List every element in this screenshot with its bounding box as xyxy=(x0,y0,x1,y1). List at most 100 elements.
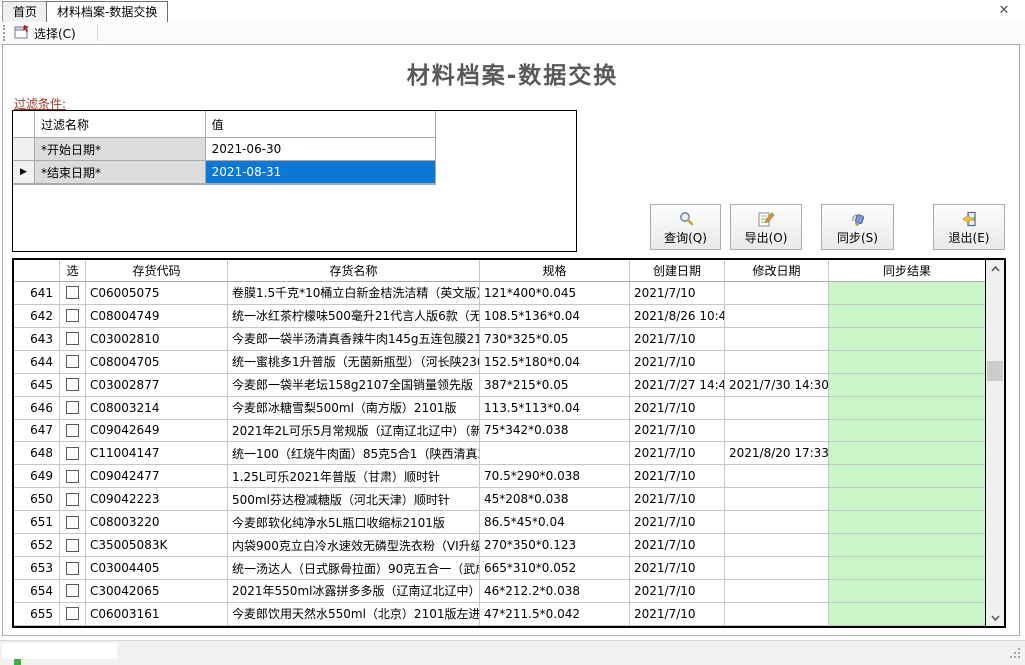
inventory-header-row: 选 存货代码 存货名称 规格 创建日期 修改日期 同步结果 xyxy=(14,260,985,282)
created-date-cell: 2021/7/10 xyxy=(630,465,725,488)
row-checkbox[interactable] xyxy=(66,332,79,345)
stock-name-cell: 统一100（红烧牛肉面）85克5合1（陕西清真2306... xyxy=(228,442,480,465)
toolbar-grip[interactable] xyxy=(3,25,8,41)
sync-result-cell xyxy=(829,580,985,603)
query-button[interactable]: 查询(Q) xyxy=(650,204,721,250)
stock-code-cell: C35005083K xyxy=(86,534,228,557)
row-checkbox-cell xyxy=(60,351,86,374)
row-number: 649 xyxy=(14,465,60,488)
row-checkbox[interactable] xyxy=(66,401,79,414)
modified-date-cell: 2021/8/20 17:33 xyxy=(725,442,829,465)
sync-result-cell xyxy=(829,557,985,580)
modified-date-cell xyxy=(725,580,829,603)
spec-cell: 270*350*0.123 xyxy=(480,534,630,557)
row-number: 643 xyxy=(14,328,60,351)
filter-name-header[interactable]: 过滤名称 xyxy=(35,111,206,138)
modified-date-cell xyxy=(725,328,829,351)
row-checkbox[interactable] xyxy=(66,516,79,529)
export-button[interactable]: 导出(O) xyxy=(730,204,802,250)
row-number: 648 xyxy=(14,442,60,465)
header-select[interactable]: 选 xyxy=(60,260,86,282)
exit-icon xyxy=(960,210,978,228)
created-date-cell: 2021/7/10 xyxy=(630,488,725,511)
row-checkbox[interactable] xyxy=(66,424,79,437)
row-checkbox[interactable] xyxy=(66,539,79,552)
table-row: 655C06003161今麦郎饮用天然水550ml（北京）2101版左进右出47… xyxy=(14,603,985,626)
exit-button[interactable]: 退出(E) xyxy=(933,204,1005,250)
spec-cell: 70.5*290*0.038 xyxy=(480,465,630,488)
stock-name-cell: 2021年550ml冰露拼多多版（辽南辽北辽中）顺时针 xyxy=(228,580,480,603)
filter-value-cell[interactable]: 2021-06-30 xyxy=(206,138,435,161)
stock-code-cell: C08004705 xyxy=(86,351,228,374)
row-checkbox[interactable] xyxy=(66,355,79,368)
toolbar-separator xyxy=(97,25,98,41)
scroll-down-icon[interactable] xyxy=(986,609,1004,626)
close-icon[interactable]: ✕ xyxy=(995,2,1013,20)
row-checkbox[interactable] xyxy=(66,309,79,322)
header-created-date[interactable]: 创建日期 xyxy=(630,260,725,282)
header-spec[interactable]: 规格 xyxy=(480,260,630,282)
row-checkbox[interactable] xyxy=(66,378,79,391)
row-checkbox[interactable] xyxy=(66,470,79,483)
filter-name-cell[interactable]: *结束日期* xyxy=(35,161,206,184)
spec-cell: 121*400*0.045 xyxy=(480,282,630,305)
tab-home[interactable]: 首页 xyxy=(2,1,48,22)
inventory-grid: 选 存货代码 存货名称 规格 创建日期 修改日期 同步结果 641C060050… xyxy=(14,260,985,626)
filter-name-cell[interactable]: *开始日期* xyxy=(35,138,206,161)
tab-material-data-exchange[interactable]: 材料档案-数据交换 xyxy=(46,1,168,22)
sync-result-cell xyxy=(829,511,985,534)
row-checkbox[interactable] xyxy=(66,493,79,506)
vertical-scrollbar[interactable] xyxy=(985,260,1004,626)
modified-date-cell xyxy=(725,282,829,305)
export-icon xyxy=(757,210,775,228)
query-button-label: 查询(Q) xyxy=(664,229,707,246)
scrollbar-thumb[interactable] xyxy=(987,361,1003,381)
filter-row-start-date: *开始日期* 2021-06-30 xyxy=(13,138,435,161)
stock-name-cell: 1.25L可乐2021年普版（甘肃）顺时针 xyxy=(228,465,480,488)
sync-result-cell xyxy=(829,603,985,626)
row-checkbox-cell xyxy=(60,465,86,488)
created-date-cell: 2021/8/26 10:44 xyxy=(630,305,725,328)
scrollbar-track[interactable] xyxy=(986,277,1004,609)
row-checkbox[interactable] xyxy=(66,607,79,620)
filter-value-header[interactable]: 值 xyxy=(206,111,435,138)
row-checkbox-cell xyxy=(60,305,86,328)
header-stock-name[interactable]: 存货名称 xyxy=(228,260,480,282)
sync-result-cell xyxy=(829,282,985,305)
sync-result-cell xyxy=(829,465,985,488)
row-checkbox[interactable] xyxy=(66,584,79,597)
sync-button[interactable]: 同步(S) xyxy=(821,204,894,250)
scroll-up-icon[interactable] xyxy=(986,260,1004,277)
sync-result-cell xyxy=(829,328,985,351)
header-sync-result[interactable]: 同步结果 xyxy=(829,260,985,282)
header-modified-date[interactable]: 修改日期 xyxy=(725,260,829,282)
row-checkbox[interactable] xyxy=(66,286,79,299)
row-number: 641 xyxy=(14,282,60,305)
sync-result-cell xyxy=(829,374,985,397)
stock-name-cell: 2021年2L可乐5月常规版（辽南辽北辽中）（新视... xyxy=(228,420,480,443)
row-checkbox[interactable] xyxy=(66,562,79,575)
row-checkbox-cell xyxy=(60,580,86,603)
select-button[interactable]: 选择(C) xyxy=(10,23,80,43)
stock-name-cell: 统一蜜桃多1升普版（无菌新瓶型）（河长陕2309... xyxy=(228,351,480,374)
row-checkbox[interactable] xyxy=(66,447,79,460)
spec-cell: 46*212.2*0.038 xyxy=(480,580,630,603)
row-checkbox-cell xyxy=(60,420,86,443)
resize-grip[interactable] xyxy=(1008,646,1021,662)
row-number: 652 xyxy=(14,534,60,557)
created-date-cell: 2021/7/10 xyxy=(630,420,725,443)
search-icon xyxy=(677,210,695,228)
stock-code-cell: C30042065 xyxy=(86,580,228,603)
row-number: 651 xyxy=(14,511,60,534)
filter-value-cell-selected[interactable]: 2021-08-31 xyxy=(206,161,435,184)
created-date-cell: 2021/7/10 xyxy=(630,282,725,305)
row-checkbox-cell xyxy=(60,534,86,557)
spec-cell: 730*325*0.05 xyxy=(480,328,630,351)
row-number: 646 xyxy=(14,397,60,420)
created-date-cell: 2021/7/10 xyxy=(630,580,725,603)
spec-cell: 47*211.5*0.042 xyxy=(480,603,630,626)
header-stock-code[interactable]: 存货代码 xyxy=(86,260,228,282)
current-row-arrow-icon: ▶ xyxy=(20,167,27,177)
spec-cell: 113.5*113*0.04 xyxy=(480,397,630,420)
modified-date-cell xyxy=(725,420,829,443)
